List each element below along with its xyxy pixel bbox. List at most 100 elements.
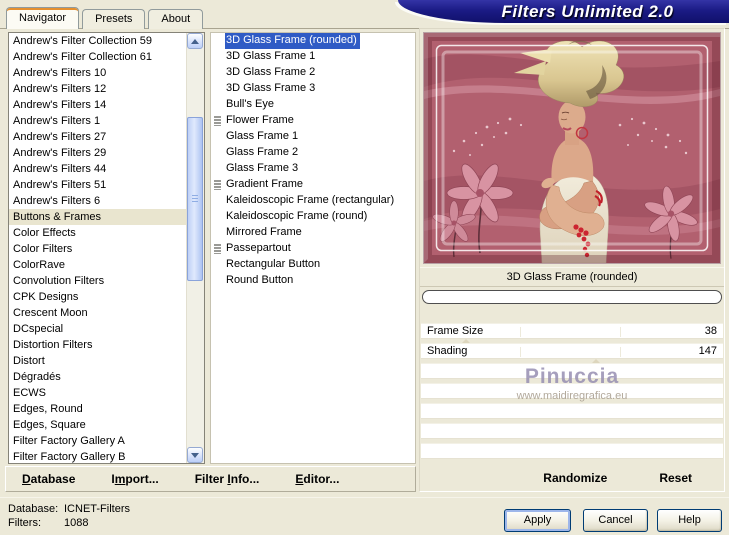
filter-item[interactable]: 3D Glass Frame 3 xyxy=(211,81,415,97)
filter-item-label: Glass Frame 1 xyxy=(226,130,299,142)
category-item[interactable]: Distortion Filters xyxy=(9,337,187,353)
category-item[interactable]: Andrew's Filters 27 xyxy=(9,129,187,145)
category-item[interactable]: Andrew's Filter Collection 59 xyxy=(9,33,187,49)
category-item[interactable]: ECWS xyxy=(9,385,187,401)
preset-marker-icon xyxy=(214,244,221,254)
filter-item-label: Gradient Frame xyxy=(226,178,304,190)
toolbar-import[interactable]: Import... xyxy=(111,472,158,486)
filter-item-label: 3D Glass Frame 1 xyxy=(226,50,316,62)
category-item[interactable]: Distort xyxy=(9,353,187,369)
category-item[interactable]: DCspecial xyxy=(9,321,187,337)
category-item[interactable]: Color Effects xyxy=(9,225,187,241)
scroll-up-button[interactable] xyxy=(187,33,203,49)
toolbar-filter-info[interactable]: Filter Info... xyxy=(195,472,260,486)
toolbar-editor[interactable]: Editor... xyxy=(295,472,339,486)
category-item[interactable]: Filter Factory Gallery A xyxy=(9,433,187,449)
help-button[interactable]: Help xyxy=(657,509,722,532)
category-item[interactable]: Edges, Round xyxy=(9,401,187,417)
category-item[interactable]: Crescent Moon xyxy=(9,305,187,321)
database-label: Database: xyxy=(8,503,59,515)
filters-unlimited-window: Navigator Presets About Filters Unlimite… xyxy=(0,0,729,535)
param-slider-empty xyxy=(421,363,723,379)
param-slider[interactable]: Shading 147 xyxy=(421,343,723,367)
category-item[interactable]: Andrew's Filters 29 xyxy=(9,145,187,161)
database-value: ICNET-Filters xyxy=(64,503,130,515)
category-item[interactable]: Andrew's Filters 51 xyxy=(9,177,187,193)
filter-item-label: 3D Glass Frame 2 xyxy=(226,66,316,78)
category-item[interactable]: Andrew's Filters 10 xyxy=(9,65,187,81)
category-item[interactable]: Convolution Filters xyxy=(9,273,187,289)
filters-value: 1088 xyxy=(64,517,89,529)
filter-item[interactable]: Glass Frame 2 xyxy=(211,145,415,161)
randomize-button[interactable]: Randomize xyxy=(543,471,607,485)
category-item[interactable]: Andrew's Filters 6 xyxy=(9,193,187,209)
tab-navigator[interactable]: Navigator xyxy=(6,7,80,29)
category-item[interactable]: Andrew's Filters 14 xyxy=(9,97,187,113)
reset-button[interactable]: Reset xyxy=(659,471,692,485)
filter-item[interactable]: Flower Frame xyxy=(211,113,415,129)
bottom-toolbar: Database Import... Filter Info... Editor... xyxy=(5,466,416,492)
filter-item-label: Kaleidoscopic Frame (round) xyxy=(226,210,368,222)
filter-item[interactable]: Passepartout xyxy=(211,241,415,257)
tab-presets[interactable]: Presets xyxy=(82,9,146,29)
filter-caption: 3D Glass Frame (rounded) xyxy=(420,267,724,287)
toolbar-database[interactable]: Database xyxy=(22,472,75,486)
filters-label: Filters: xyxy=(8,517,41,529)
category-list: Andrew's Filter Collection 59 Andrew's Fi… xyxy=(8,32,205,464)
preset-marker-icon xyxy=(214,116,221,126)
filter-item-label: Kaleidoscopic Frame (rectangular) xyxy=(226,194,395,206)
filter-list: 3D Glass Frame (rounded) 3D Glass Frame 1… xyxy=(210,32,416,464)
category-item[interactable]: Andrew's Filters 12 xyxy=(9,81,187,97)
filter-item-label: Mirrored Frame xyxy=(226,226,302,238)
preview-panel: 3D Glass Frame (rounded) Frame Size 38 Sha… xyxy=(419,28,725,492)
filter-item[interactable]: Round Button xyxy=(211,273,415,289)
category-item[interactable]: Edges, Square xyxy=(9,417,187,433)
category-item[interactable]: Filter Factory Gallery B xyxy=(9,449,187,463)
category-item[interactable]: Andrew's Filters 1 xyxy=(9,113,187,129)
chevron-up-icon xyxy=(191,38,199,44)
scroll-down-button[interactable] xyxy=(187,447,203,463)
filter-item-label: Glass Frame 3 xyxy=(226,162,299,174)
param-value: 38 xyxy=(704,325,717,337)
scrollbar-thumb[interactable] xyxy=(187,117,203,281)
category-item[interactable]: Buttons & Frames xyxy=(9,209,187,225)
filter-item[interactable]: Kaleidoscopic Frame (round) xyxy=(211,209,415,225)
database-status: Database: ICNET-Filters Filters: 1088 xyxy=(8,503,130,529)
category-item[interactable]: Dégradés xyxy=(9,369,187,385)
param-slider-empty xyxy=(421,403,723,419)
param-slider[interactable]: Frame Size 38 xyxy=(421,323,723,347)
param-slider-empty xyxy=(421,423,723,439)
category-item[interactable]: CPK Designs xyxy=(9,289,187,305)
preset-marker-icon xyxy=(214,180,221,190)
filter-item[interactable]: 3D Glass Frame 2 xyxy=(211,65,415,81)
param-slider-empty xyxy=(421,443,723,459)
progress-bar xyxy=(422,290,722,304)
filter-item-label: Passepartout xyxy=(226,242,291,254)
param-label: Shading xyxy=(427,345,468,357)
cancel-button[interactable]: Cancel xyxy=(583,509,648,532)
filter-item[interactable]: Gradient Frame xyxy=(211,177,415,193)
filter-item[interactable]: 3D Glass Frame (rounded) xyxy=(211,33,415,49)
tab-about[interactable]: About xyxy=(148,9,204,29)
filter-item[interactable]: 3D Glass Frame 1 xyxy=(211,49,415,65)
preview-image[interactable] xyxy=(424,33,720,263)
filter-item[interactable]: Mirrored Frame xyxy=(211,225,415,241)
filter-item[interactable]: Kaleidoscopic Frame (rectangular) xyxy=(211,193,415,209)
filter-item[interactable]: Glass Frame 1 xyxy=(211,129,415,145)
filter-item-label: Round Button xyxy=(226,274,294,286)
filter-item[interactable]: Bull's Eye xyxy=(211,97,415,113)
apply-button[interactable]: Apply xyxy=(504,509,571,532)
category-item[interactable]: Andrew's Filters 44 xyxy=(9,161,187,177)
app-title: Filters Unlimited 2.0 xyxy=(501,1,674,21)
filter-item-label: Rectangular Button xyxy=(226,258,321,270)
category-item[interactable]: ColorRave xyxy=(9,257,187,273)
param-value: 147 xyxy=(698,345,717,357)
filter-item[interactable]: Rectangular Button xyxy=(211,257,415,273)
category-scrollbar[interactable] xyxy=(186,33,204,463)
filter-item[interactable]: Glass Frame 3 xyxy=(211,161,415,177)
parameter-sliders: Frame Size 38 Shading 147 xyxy=(420,323,724,459)
category-item[interactable]: Andrew's Filter Collection 61 xyxy=(9,49,187,65)
category-item[interactable]: Color Filters xyxy=(9,241,187,257)
action-row: Randomize Reset xyxy=(420,465,724,491)
filter-item-label: Glass Frame 2 xyxy=(226,146,299,158)
